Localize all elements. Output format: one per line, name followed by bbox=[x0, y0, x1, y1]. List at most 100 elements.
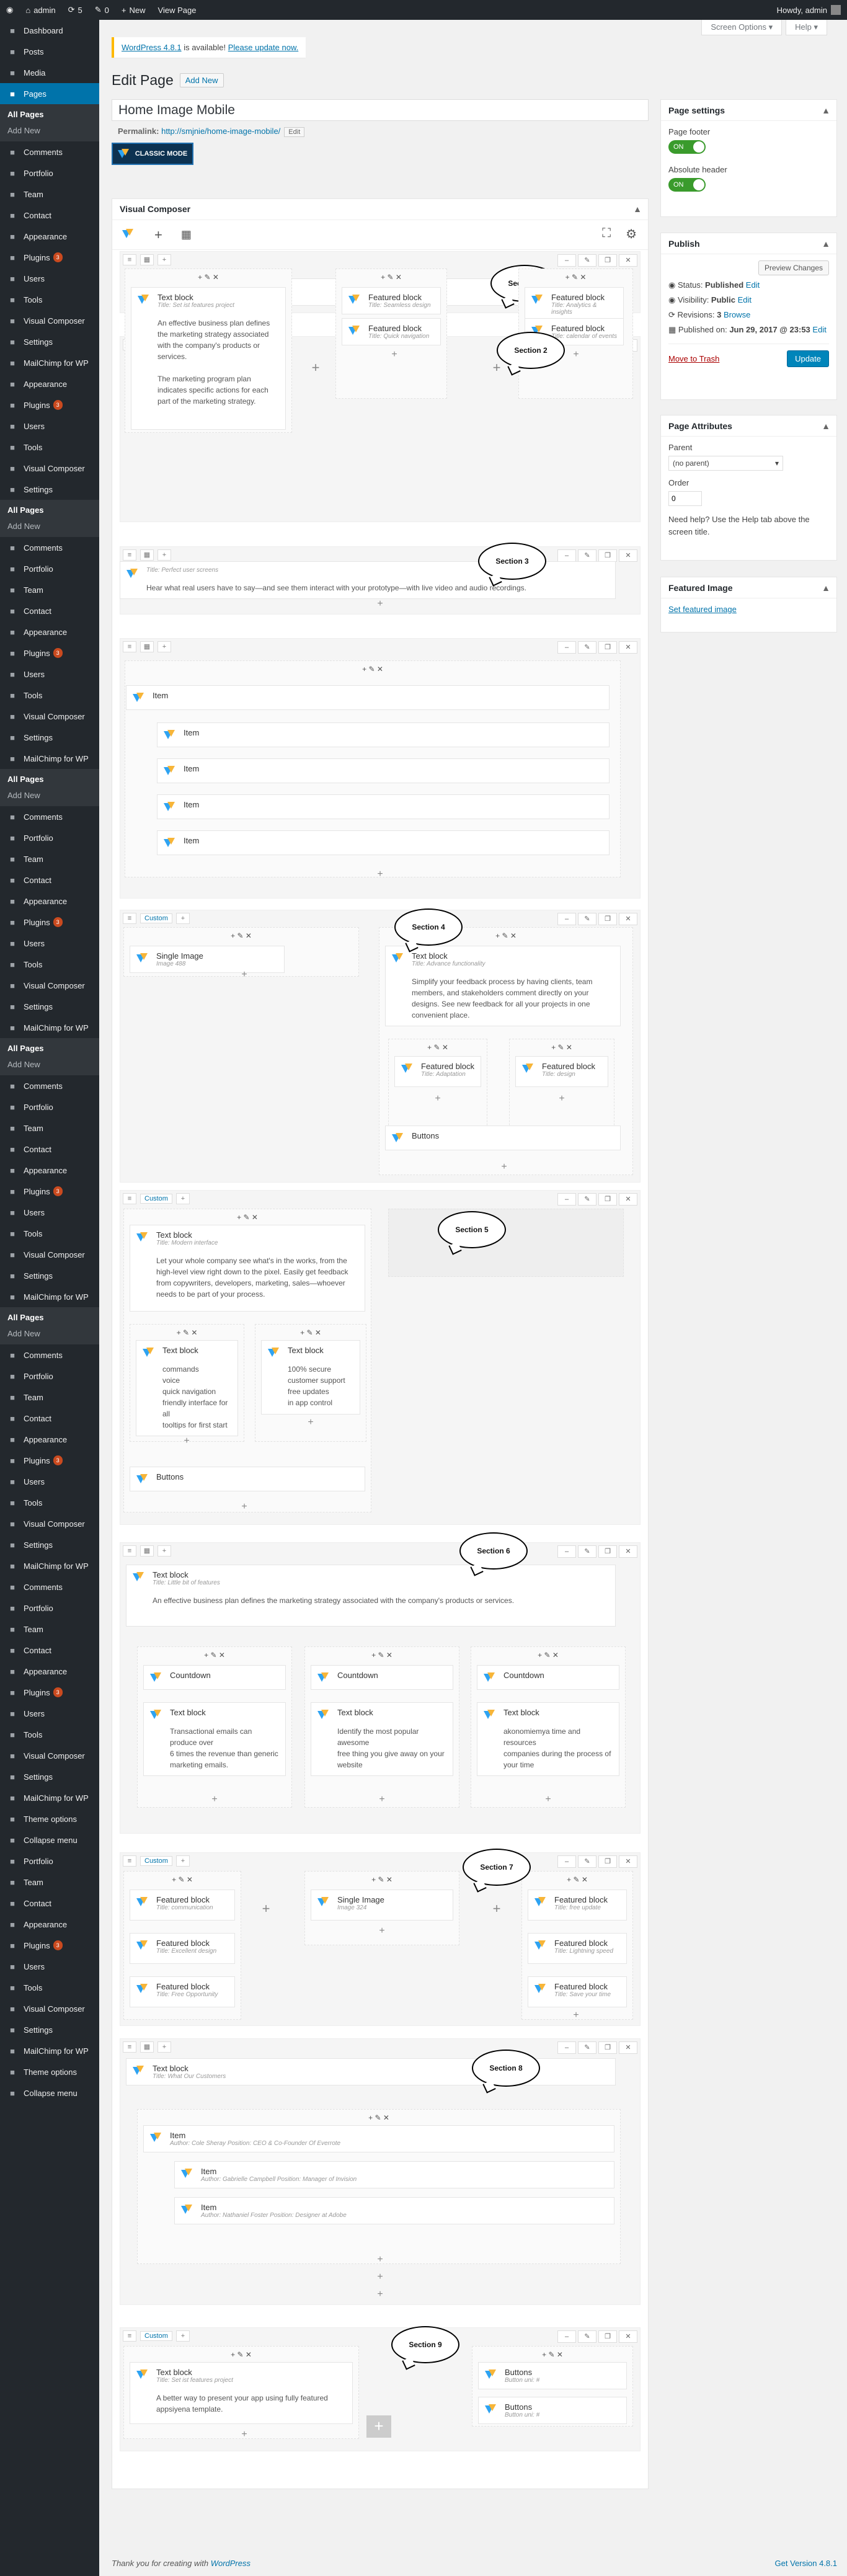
fullscreen-icon[interactable]: ⛶ bbox=[602, 226, 611, 242]
sidebar-item[interactable]: ■ Collapse menu bbox=[0, 1829, 99, 1850]
sidebar-item[interactable]: ■ Visual Composer bbox=[0, 1513, 99, 1534]
vc-element[interactable]: Countdown bbox=[143, 1665, 286, 1690]
edit-icon[interactable]: ✎ bbox=[578, 2330, 596, 2343]
drag-handle-icon[interactable]: ≡ bbox=[123, 1193, 136, 1204]
sidebar-item[interactable]: ■ Settings bbox=[0, 996, 99, 1017]
column-controls[interactable]: + ✎ ✕ bbox=[368, 2113, 389, 2122]
column-controls[interactable]: + ✎ ✕ bbox=[237, 1213, 258, 1222]
vc-element[interactable]: Item bbox=[126, 685, 610, 710]
submenu-item[interactable]: Add New bbox=[0, 1326, 99, 1342]
clone-icon[interactable]: ❐ bbox=[598, 254, 617, 267]
vc-element[interactable]: Item bbox=[157, 722, 610, 747]
submenu-item[interactable]: All Pages bbox=[0, 1310, 99, 1326]
vc-element[interactable]: Featured block Title: Excellent design bbox=[130, 1933, 235, 1964]
new-link[interactable]: + New bbox=[115, 0, 152, 20]
wp-version-link[interactable]: WordPress 4.8.1 bbox=[122, 43, 182, 52]
add-element-icon[interactable]: + bbox=[241, 1501, 247, 1512]
sidebar-item[interactable]: ■ Team bbox=[0, 1872, 99, 1893]
sidebar-item[interactable]: ■ Plugins 3 bbox=[0, 247, 99, 268]
publish-header[interactable]: Publish ▲ bbox=[661, 233, 836, 254]
custom-layout-button[interactable]: Custom bbox=[140, 913, 172, 923]
layout-icon[interactable]: ▦ bbox=[140, 641, 154, 652]
vc-element[interactable]: Text block Identify the most popular awes… bbox=[311, 1702, 453, 1776]
add-element-icon[interactable]: + bbox=[379, 1794, 384, 1805]
wordpress-link[interactable]: WordPress bbox=[211, 2559, 251, 2568]
add-element-icon[interactable]: + bbox=[312, 360, 320, 376]
edit-visibility-link[interactable]: Edit bbox=[738, 295, 752, 304]
toggle-icon[interactable]: – bbox=[557, 1193, 576, 1206]
screen-options-button[interactable]: Screen Options ▾ bbox=[701, 20, 783, 35]
collapse-arrow-icon[interactable]: ▲ bbox=[822, 239, 830, 249]
sidebar-item[interactable]: ■ Appearance bbox=[0, 1160, 99, 1181]
page-attributes-header[interactable]: Page Attributes ▲ bbox=[661, 415, 836, 437]
sidebar-item[interactable]: ■ Contact bbox=[0, 1893, 99, 1914]
sidebar-item[interactable]: ■ Portfolio bbox=[0, 558, 99, 579]
sidebar-item[interactable]: ■ Settings bbox=[0, 479, 99, 500]
clone-icon[interactable]: ❐ bbox=[598, 913, 617, 925]
vc-element[interactable]: Item Author: Cole Sheray Position: CEO & … bbox=[143, 2125, 614, 2152]
clone-icon[interactable]: ❐ bbox=[598, 1193, 617, 1206]
sidebar-item[interactable]: ■ Media bbox=[0, 62, 99, 83]
clone-icon[interactable]: ❐ bbox=[598, 641, 617, 654]
drag-handle-icon[interactable]: ≡ bbox=[123, 254, 136, 265]
vc-element[interactable]: Featured block Title: Save your time bbox=[528, 1976, 627, 2007]
sidebar-item[interactable]: ■ Tools bbox=[0, 437, 99, 458]
add-element-icon[interactable]: + bbox=[377, 869, 383, 880]
vc-element[interactable]: Featured block Title: Seamless design bbox=[342, 287, 441, 314]
column-controls[interactable]: + ✎ ✕ bbox=[231, 931, 252, 940]
column-controls[interactable]: + ✎ ✕ bbox=[495, 931, 517, 940]
order-input[interactable] bbox=[668, 491, 702, 506]
toggle-icon[interactable]: – bbox=[557, 1855, 576, 1868]
delete-icon[interactable]: ✕ bbox=[619, 1545, 637, 1558]
add-column-icon[interactable]: + bbox=[157, 1545, 171, 1557]
add-column-icon[interactable]: + bbox=[157, 549, 171, 561]
sidebar-item[interactable]: ■ Visual Composer bbox=[0, 1745, 99, 1766]
sidebar-item[interactable]: ■ Appearance bbox=[0, 1914, 99, 1935]
add-element-icon[interactable]: + bbox=[493, 360, 501, 376]
vc-element[interactable]: Item Author: Gabrielle Campbell Position:… bbox=[174, 2161, 614, 2188]
drag-handle-icon[interactable]: ≡ bbox=[123, 549, 136, 561]
vc-logo-icon[interactable] bbox=[122, 228, 136, 242]
classic-mode-button[interactable]: CLASSIC MODE bbox=[112, 143, 193, 165]
sidebar-item[interactable]: ■ Dashboard bbox=[0, 20, 99, 41]
vc-element[interactable]: Item bbox=[157, 794, 610, 819]
add-element-icon[interactable]: + bbox=[377, 2254, 383, 2265]
sidebar-item[interactable]: ■ Tools bbox=[0, 1223, 99, 1244]
vc-element[interactable]: Featured block Title: Lightning speed bbox=[528, 1933, 627, 1964]
vc-element[interactable]: Text block Title: Set ist features projec… bbox=[131, 287, 286, 430]
sidebar-item[interactable]: ■ Theme options bbox=[0, 1808, 99, 1829]
custom-layout-button[interactable]: Custom bbox=[140, 1856, 172, 1866]
submenu-item[interactable]: Add New bbox=[0, 1057, 99, 1073]
column-controls[interactable]: + ✎ ✕ bbox=[542, 2350, 563, 2359]
add-element-icon[interactable]: + bbox=[241, 2429, 247, 2440]
sidebar-item[interactable]: ■ Users bbox=[0, 1202, 99, 1223]
sidebar-item[interactable]: ■ Tools bbox=[0, 1492, 99, 1513]
sidebar-item[interactable]: ■ Comments bbox=[0, 1576, 99, 1597]
permalink-url[interactable]: http://smjnie/home-image-mobile/ bbox=[161, 127, 280, 136]
vc-element[interactable]: Item bbox=[157, 830, 610, 855]
drag-handle-icon[interactable]: ≡ bbox=[123, 2330, 136, 2342]
add-element-icon[interactable]: + bbox=[377, 2289, 383, 2300]
drag-handle-icon[interactable]: ≡ bbox=[123, 1545, 136, 1557]
sidebar-item[interactable]: ■ Visual Composer bbox=[0, 310, 99, 331]
view-page-link[interactable]: View Page bbox=[152, 0, 203, 20]
sidebar-item[interactable]: ■ Collapse menu bbox=[0, 2082, 99, 2103]
add-element-icon[interactable]: + bbox=[493, 1901, 501, 1917]
sidebar-item[interactable]: ■ Plugins 3 bbox=[0, 1450, 99, 1471]
sidebar-item[interactable]: ■ MailChimp for WP bbox=[0, 352, 99, 373]
templates-icon[interactable]: ▦ bbox=[181, 228, 192, 241]
submenu-item[interactable]: Add New bbox=[0, 788, 99, 804]
clone-icon[interactable]: ❐ bbox=[598, 1545, 617, 1558]
column-controls[interactable]: + ✎ ✕ bbox=[172, 1875, 193, 1884]
howdy-user[interactable]: Howdy, admin bbox=[771, 0, 847, 20]
sidebar-item[interactable]: ■ Contact bbox=[0, 1640, 99, 1661]
sidebar-item[interactable]: ■ Appearance bbox=[0, 373, 99, 394]
submenu-item[interactable]: All Pages bbox=[0, 107, 99, 123]
vc-element[interactable]: Item Author: Nathaniel Foster Position: D… bbox=[174, 2197, 614, 2224]
sidebar-item[interactable]: ■ Team bbox=[0, 1117, 99, 1139]
add-element-icon[interactable]: + bbox=[545, 1794, 551, 1805]
sidebar-item[interactable]: ■ Portfolio bbox=[0, 1096, 99, 1117]
page-settings-header[interactable]: Page settings ▲ bbox=[661, 100, 836, 121]
add-element-icon[interactable]: + bbox=[184, 1436, 189, 1447]
edit-icon[interactable]: ✎ bbox=[578, 1545, 596, 1558]
